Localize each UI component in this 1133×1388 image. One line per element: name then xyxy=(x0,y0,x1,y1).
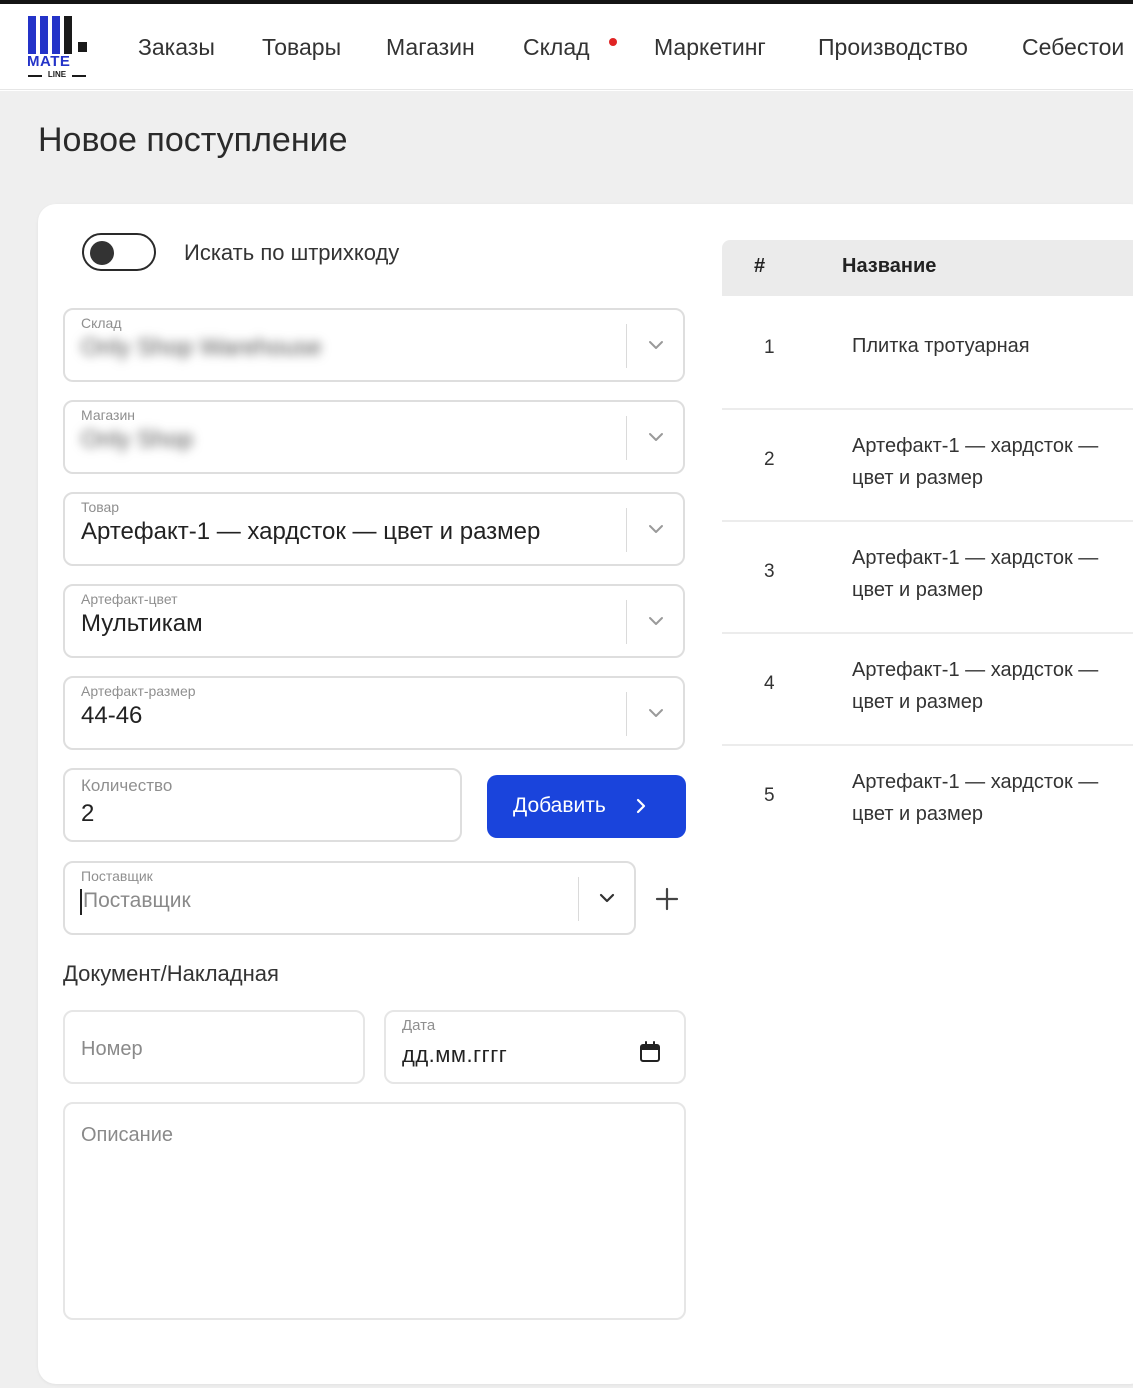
field-label: Склад xyxy=(81,315,122,331)
add-button-label: Добавить xyxy=(513,794,606,817)
field-label: Дата xyxy=(402,1017,436,1034)
column-header-number: # xyxy=(754,255,766,277)
supplier-placeholder: Поставщик xyxy=(83,889,191,912)
table-header: # Название xyxy=(722,240,1133,296)
row-number: 1 xyxy=(764,337,775,358)
warehouse-select[interactable]: Склад Only Shop Warehouse xyxy=(63,308,685,382)
document-section-title: Документ/Накладная xyxy=(63,961,279,986)
field-value: Артефакт-1 — хардсток — цвет и размер xyxy=(81,518,541,545)
logo-text: MATE xyxy=(27,53,71,70)
select-divider xyxy=(625,324,627,368)
chevron-down-icon[interactable] xyxy=(646,611,666,631)
description-placeholder: Описание xyxy=(81,1124,174,1146)
row-name: Артефакт-1 — хардсток — цвет и размер xyxy=(852,547,1099,601)
notification-dot xyxy=(609,38,617,46)
top-navbar: MATE LINE Заказы Товары Магазин Склад Ма… xyxy=(0,4,1133,90)
nav-item-store[interactable]: Магазин xyxy=(386,34,475,61)
select-divider xyxy=(577,877,579,921)
store-select[interactable]: Магазин Only Shop xyxy=(63,400,685,474)
toggle-knob xyxy=(90,241,114,265)
field-value: Мультикам xyxy=(81,610,203,637)
select-divider xyxy=(625,416,627,460)
nav-item-cost[interactable]: Себестои xyxy=(1022,34,1124,61)
chevron-down-icon[interactable] xyxy=(646,427,666,447)
logo-subtext: LINE xyxy=(27,70,87,79)
nav-item-products[interactable]: Товары xyxy=(262,34,341,61)
document-number-input[interactable]: Номер xyxy=(63,1010,365,1084)
receipt-form-card: Искать по штрихкоду Склад Only Shop Ware… xyxy=(38,204,1133,1384)
quantity-input[interactable]: Количество 2 xyxy=(63,768,462,842)
row-number: 4 xyxy=(764,673,775,694)
add-supplier-icon[interactable] xyxy=(652,884,682,914)
chevron-right-icon xyxy=(636,798,646,814)
page-title: Новое поступление xyxy=(38,121,348,159)
table-row[interactable]: 4 Артефакт-1 — хардсток — цвет и размер xyxy=(722,634,1133,746)
field-label: Количество xyxy=(81,776,173,795)
field-label: Артефакт-размер xyxy=(81,683,196,699)
row-number: 5 xyxy=(764,785,775,806)
chevron-down-icon[interactable] xyxy=(646,519,666,539)
nav-item-production[interactable]: Производство xyxy=(818,34,968,61)
row-name: Артефакт-1 — хардсток — цвет и размер xyxy=(852,435,1099,489)
size-select[interactable]: Артефакт-размер 44-46 xyxy=(63,676,685,750)
row-name: Артефакт-1 — хардсток — цвет и размер xyxy=(852,659,1099,713)
row-number: 3 xyxy=(764,561,775,582)
field-label: Товар xyxy=(81,499,120,515)
field-label: Магазин xyxy=(81,407,136,423)
calendar-icon[interactable] xyxy=(638,1040,662,1064)
field-label: Поставщик xyxy=(81,868,153,884)
field-label: Артефакт-цвет xyxy=(81,591,178,607)
add-button[interactable]: Добавить xyxy=(487,775,686,838)
column-header-name: Название xyxy=(842,255,937,277)
row-name: Артефакт-1 — хардсток — цвет и размер xyxy=(852,771,1099,825)
field-value: 44-46 xyxy=(81,702,143,729)
chevron-down-icon[interactable] xyxy=(646,335,666,355)
nav-item-marketing[interactable]: Маркетинг xyxy=(654,34,766,61)
chevron-down-icon[interactable] xyxy=(597,888,617,908)
field-value: Only Shop Warehouse xyxy=(81,334,322,361)
select-divider xyxy=(625,692,627,736)
select-divider xyxy=(625,508,627,552)
nav-item-warehouse[interactable]: Склад xyxy=(523,34,590,61)
number-placeholder: Номер xyxy=(81,1038,143,1060)
text-cursor xyxy=(80,889,82,915)
table-row[interactable]: 5 Артефакт-1 — хардсток — цвет и размер xyxy=(722,746,1133,858)
table-row[interactable]: 3 Артефакт-1 — хардсток — цвет и размер xyxy=(722,522,1133,634)
chevron-down-icon[interactable] xyxy=(646,703,666,723)
date-placeholder: дд.мм.гггг xyxy=(402,1042,508,1067)
description-textarea[interactable]: Описание xyxy=(63,1102,686,1320)
brand-logo[interactable]: MATE LINE xyxy=(26,14,90,84)
table-row[interactable]: 1 Плитка тротуарная xyxy=(722,298,1133,410)
main-content: Новое поступление Искать по штрихкоду Ск… xyxy=(0,91,1133,1388)
field-value: 2 xyxy=(81,800,95,827)
row-number: 2 xyxy=(764,449,775,470)
product-select[interactable]: Товар Артефакт-1 — хардсток — цвет и раз… xyxy=(63,492,685,566)
supplier-select[interactable]: Поставщик Поставщик xyxy=(63,861,636,935)
barcode-toggle[interactable] xyxy=(82,233,156,271)
color-select[interactable]: Артефакт-цвет Мультикам xyxy=(63,584,685,658)
select-divider xyxy=(625,600,627,644)
row-name: Плитка тротуарная xyxy=(852,335,1030,357)
table-row[interactable]: 2 Артефакт-1 — хардсток — цвет и размер xyxy=(722,410,1133,522)
barcode-toggle-label: Искать по штрихкоду xyxy=(184,240,400,265)
date-input[interactable]: Дата дд.мм.гггг xyxy=(384,1010,686,1084)
field-value: Only Shop xyxy=(81,426,194,453)
nav-item-orders[interactable]: Заказы xyxy=(138,34,215,61)
